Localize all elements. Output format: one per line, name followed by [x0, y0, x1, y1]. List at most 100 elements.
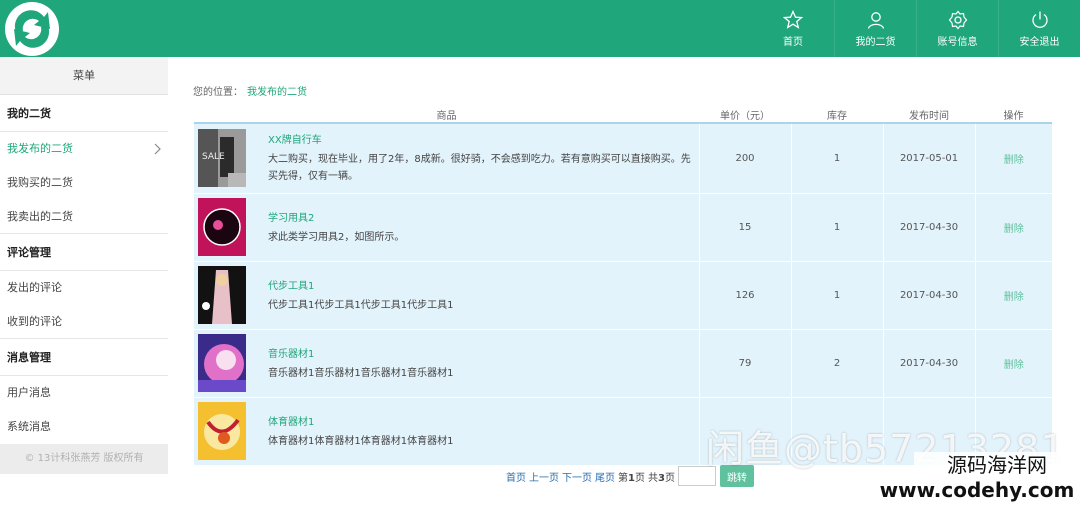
menu-title: 菜单: [0, 57, 168, 95]
nav-home-label: 首页: [783, 36, 803, 48]
pager-next[interactable]: 下一页: [562, 469, 592, 484]
date-cell: 2017-05-01: [882, 123, 975, 194]
date-cell: 2017-04-30: [882, 329, 975, 398]
price-cell: 79: [698, 329, 791, 398]
table-row: 代步工具1 代步工具1代步工具1代步工具1代步工具1 126 1 2017-04…: [194, 261, 1052, 330]
breadcrumb-prefix: 您的位置：: [193, 87, 243, 98]
sidebar-item-label: 用户消息: [7, 386, 51, 399]
pager-total-suffix: 页: [664, 472, 675, 484]
sidebar: 菜单 我的二货 我发布的二货 我购买的二货 我卖出的二货 评论管理 发出的评论 …: [0, 57, 168, 508]
product-thumbnail[interactable]: [198, 198, 246, 256]
action-cell: 删除: [974, 329, 1052, 398]
price-cell: 200: [698, 123, 791, 194]
nav-my-goods[interactable]: 我的二货: [834, 0, 916, 57]
nav-logout[interactable]: 安全退出: [998, 0, 1080, 57]
pager-page-prefix: 第: [618, 472, 628, 484]
stock-cell: 1: [790, 193, 883, 262]
pager-page-suffix: 页: [634, 472, 645, 484]
pager-last[interactable]: 尾页: [595, 469, 615, 484]
pager-first[interactable]: 首页: [506, 469, 526, 484]
delete-link[interactable]: 删除: [1004, 292, 1024, 303]
sidebar-item-sold[interactable]: 我卖出的二货: [0, 200, 168, 234]
table-row: SALE XX牌自行车 大二购买，现在毕业，用了2年，8成新。很好骑，不会感到吃…: [194, 123, 1052, 194]
product-name-link[interactable]: 代步工具1: [268, 277, 453, 292]
copyright: © 13计科张燕芳 版权所有: [0, 444, 168, 474]
sidebar-item-received-comments[interactable]: 收到的评论: [0, 305, 168, 339]
top-header: 首页 我的二货 账号信息 安全退出: [0, 0, 1080, 57]
date-cell: 2017-04-30: [882, 193, 975, 262]
date-cell: 2017-04-30: [882, 261, 975, 330]
product-name-link[interactable]: 学习用具2: [268, 209, 404, 224]
product-cell: 代步工具1 代步工具1代步工具1代步工具1代步工具1: [194, 261, 699, 330]
pager-total-prefix: 共: [647, 472, 658, 484]
action-cell: 删除: [974, 123, 1052, 194]
sidebar-item-system-messages[interactable]: 系统消息: [0, 410, 168, 444]
stock-cell: 1: [790, 123, 883, 194]
col-header-product: 商品: [194, 106, 699, 124]
chevron-right-icon: [154, 143, 161, 155]
col-header-stock: 库存: [791, 106, 883, 124]
delete-link[interactable]: 删除: [1004, 224, 1024, 235]
sidebar-item-purchased[interactable]: 我购买的二货: [0, 166, 168, 200]
product-thumbnail[interactable]: [198, 334, 246, 392]
sidebar-item-label: 收到的评论: [7, 315, 62, 328]
stock-cell: 2: [790, 329, 883, 398]
price-cell: 15: [698, 193, 791, 262]
menu-group-my-goods: 我的二货: [0, 95, 168, 132]
product-name-link[interactable]: XX牌自行车: [268, 131, 698, 146]
jump-button[interactable]: 跳转: [719, 465, 754, 487]
pager-current: 第1页: [618, 469, 645, 484]
recycle-logo-icon: [5, 2, 59, 56]
table-row: 音乐器材1 音乐器材1音乐器材1音乐器材1音乐器材1 79 2 2017-04-…: [194, 329, 1052, 398]
menu-group-messages: 消息管理: [0, 339, 168, 376]
sidebar-item-published[interactable]: 我发布的二货: [0, 132, 168, 166]
top-nav: 首页 我的二货 账号信息 安全退出: [752, 0, 1080, 57]
sidebar-item-user-messages[interactable]: 用户消息: [0, 376, 168, 410]
nav-logout-label: 安全退出: [1019, 36, 1060, 48]
sidebar-item-sent-comments[interactable]: 发出的评论: [0, 271, 168, 305]
pager-page-number: 1: [628, 472, 635, 484]
goods-table: 商品 单价（元） 库存 发布时间 操作 SALE XX牌自行车 大二购买，现在毕…: [194, 106, 1052, 466]
price-cell: 126: [698, 261, 791, 330]
nav-account-info[interactable]: 账号信息: [916, 0, 998, 57]
product-thumbnail[interactable]: SALE: [198, 129, 246, 188]
product-cell: 音乐器材1 音乐器材1音乐器材1音乐器材1音乐器材1: [194, 329, 699, 398]
table-row: 学习用具2 求此类学习用具2，如图所示。 15 1 2017-04-30 删除: [194, 193, 1052, 262]
product-description: 音乐器材1音乐器材1音乐器材1音乐器材1: [268, 367, 454, 379]
table-header-row: 商品 单价（元） 库存 发布时间 操作: [194, 106, 1052, 124]
stock-cell: [790, 397, 883, 466]
product-description: 体育器材1体育器材1体育器材1体育器材1: [268, 435, 454, 447]
pager-total: 共3页: [648, 469, 675, 484]
delete-link[interactable]: 删除: [1004, 360, 1024, 371]
product-name-link[interactable]: 音乐器材1: [268, 345, 453, 360]
price-cell: [698, 397, 791, 466]
sidebar-item-label: 系统消息: [7, 420, 51, 433]
action-cell: 删除: [974, 261, 1052, 330]
product-description: 代步工具1代步工具1代步工具1代步工具1: [268, 299, 454, 311]
watermark-site-name: 源码海洋网: [914, 452, 1080, 478]
main-content: 您的位置： 我发布的二货 商品 单价（元） 库存 发布时间 操作 SALE XX…: [168, 57, 1080, 508]
product-thumbnail[interactable]: [198, 402, 246, 460]
page-jump-input[interactable]: [677, 466, 716, 486]
power-icon: [1031, 11, 1048, 28]
sidebar-item-label: 我购买的二货: [7, 176, 73, 189]
breadcrumb-current[interactable]: 我发布的二货: [247, 87, 307, 98]
nav-my-goods-label: 我的二货: [855, 36, 896, 48]
pager-prev[interactable]: 上一页: [529, 469, 559, 484]
product-thumbnail[interactable]: [198, 266, 246, 324]
col-header-price: 单价（元）: [699, 106, 791, 124]
product-cell: 学习用具2 求此类学习用具2，如图所示。: [194, 193, 699, 262]
stock-cell: 1: [790, 261, 883, 330]
svg-text:SALE: SALE: [202, 152, 225, 162]
col-header-date: 发布时间: [883, 106, 975, 124]
delete-link[interactable]: 删除: [1004, 155, 1024, 166]
nav-home[interactable]: 首页: [752, 0, 834, 57]
star-icon: [783, 9, 803, 29]
nav-account-info-label: 账号信息: [937, 36, 978, 48]
pager-total-number: 3: [657, 472, 665, 484]
gear-icon: [948, 10, 967, 29]
product-name-link[interactable]: 体育器材1: [268, 413, 453, 428]
sidebar-item-label: 发出的评论: [7, 281, 62, 294]
breadcrumb: 您的位置： 我发布的二货: [193, 83, 307, 98]
action-cell: 删除: [974, 193, 1052, 262]
